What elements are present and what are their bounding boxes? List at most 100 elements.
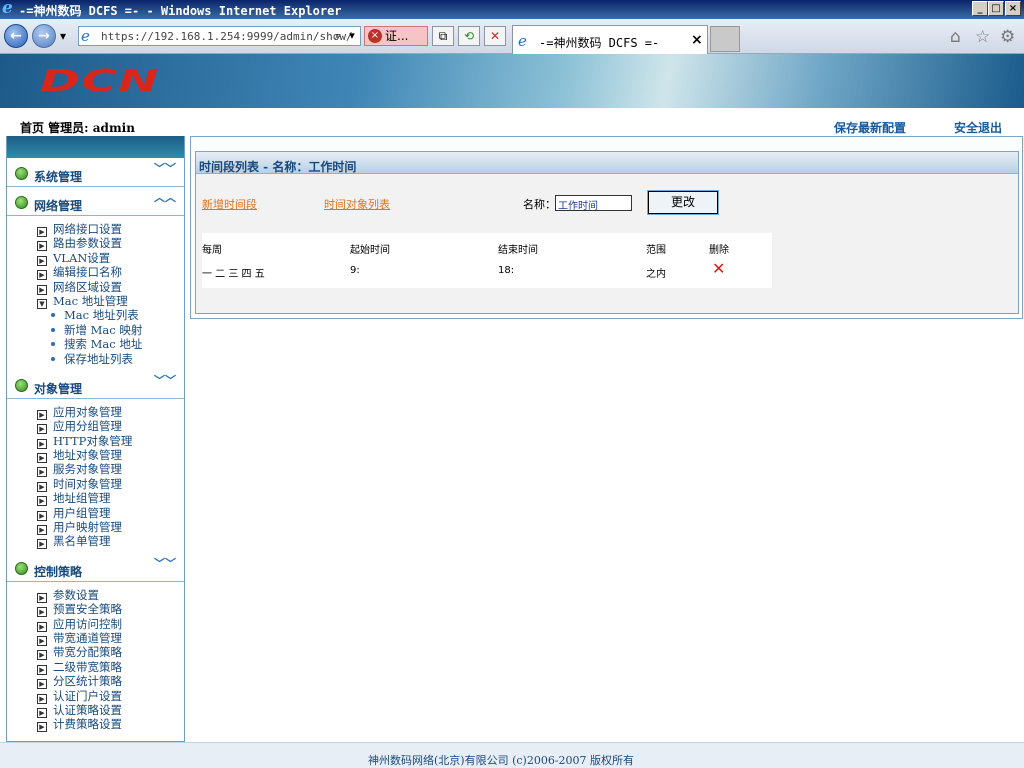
tab-close-button[interactable]: ×: [691, 32, 703, 48]
sidebar-item[interactable]: ▶ 应用对象管理: [37, 404, 184, 420]
section-bullet-icon: [15, 196, 28, 209]
sidebar-item[interactable]: ▶ 地址对象管理: [37, 448, 184, 464]
expand-box-icon: ▶: [37, 496, 47, 507]
expand-chevron-icon[interactable]: ﹀﹀: [154, 163, 176, 174]
delete-icon[interactable]: ✕: [712, 261, 725, 277]
sidebar-item-label: 参数设置: [53, 587, 99, 602]
sidebar-item[interactable]: ▶ HTTP对象管理: [37, 433, 184, 449]
home-icon[interactable]: ⌂: [950, 27, 961, 47]
sidebar-item-label: HTTP对象管理: [53, 433, 133, 448]
name-label: 名称：: [523, 198, 556, 211]
section-label: 网络管理: [34, 199, 83, 213]
sidebar-item[interactable]: ▶ 认证门户设置: [37, 688, 184, 704]
expand-chevron-icon[interactable]: ﹀﹀: [154, 558, 176, 569]
browser-tab[interactable]: e -=神州数码 DCFS =- ×: [512, 25, 708, 54]
sidebar-item-label: 认证门户设置: [53, 688, 122, 703]
page-banner: DCN: [0, 54, 1024, 108]
change-button[interactable]: 更改: [647, 190, 719, 215]
sidebar-item-network-interface[interactable]: ▶ 网络接口设置: [37, 222, 184, 237]
address-dropdown-icon[interactable]: ▾: [345, 28, 359, 44]
sidebar-item-label: 应用对象管理: [53, 404, 122, 419]
sidebar-item-label: 网络区域设置: [53, 279, 122, 294]
expand-chevron-icon[interactable]: ﹀﹀: [154, 375, 176, 386]
new-tab-button[interactable]: [710, 26, 740, 52]
refresh-button[interactable]: ⟲: [458, 26, 480, 46]
sidebar-item[interactable]: ▶ 带宽分配策略: [37, 645, 184, 661]
expand-box-icon: ▶: [37, 722, 47, 733]
section-bullet-icon: [15, 378, 28, 392]
sidebar-subitem-search-mac[interactable]: 搜索 Mac 地址: [37, 337, 184, 351]
compatibility-view-button[interactable]: ⧉: [432, 26, 454, 46]
address-bar[interactable]: e https://192.168.1.254:9999/admin/show/…: [78, 26, 361, 46]
column-header-end: 结束时间: [498, 245, 538, 256]
bullet-dot-icon: [51, 356, 55, 361]
tools-icon[interactable]: ⚙: [1000, 27, 1015, 47]
sidebar-item[interactable]: ▶ 用户组管理: [37, 505, 184, 521]
section-object-management[interactable]: 对象管理 ﹀﹀: [7, 372, 184, 399]
back-button[interactable]: ←: [4, 24, 28, 48]
sidebar-item[interactable]: ▶ 应用分组管理: [37, 419, 184, 435]
expand-box-icon: ▶: [37, 270, 47, 281]
sidebar-item[interactable]: ▶ 分区统计策略: [37, 674, 184, 690]
sidebar-item[interactable]: ▶ 时间对象管理: [37, 476, 184, 492]
timeslot-table: 每周 起始时间 结束时间 范围 删除 一 二 三 四 五 9: 18: 之内 ✕: [202, 233, 772, 288]
sidebar-item[interactable]: ▶ 黑名单管理: [37, 534, 184, 550]
name-input[interactable]: 工作时间: [555, 195, 632, 212]
sidebar-item[interactable]: ▶ 参数设置: [37, 587, 184, 603]
save-config-link[interactable]: 保存最新配置: [834, 119, 906, 136]
sidebar-item[interactable]: ▶ 服务对象管理: [37, 462, 184, 478]
sidebar-subitem-save-list[interactable]: 保存地址列表: [37, 352, 184, 366]
cell-end-time: 18:: [498, 265, 515, 276]
sidebar-item[interactable]: ▶ 用户映射管理: [37, 520, 184, 536]
section-control-policy[interactable]: 控制策略 ﹀﹀: [7, 555, 184, 582]
minimize-button[interactable]: _: [972, 1, 988, 16]
stop-button[interactable]: ✕: [484, 26, 506, 46]
page-header: 首页 管理员: admin 保存最新配置 安全退出: [0, 108, 1024, 138]
address-url[interactable]: https://192.168.1.254:9999/admin/show/: [101, 30, 353, 43]
sidebar-item-routing[interactable]: ▶ 路由参数设置: [37, 236, 184, 252]
sidebar-topbar: [7, 136, 184, 158]
sidebar-item-label: 网络接口设置: [53, 222, 122, 236]
sidebar-item-label: 时间对象管理: [53, 476, 122, 491]
forward-button[interactable]: →: [32, 24, 56, 48]
favorites-icon[interactable]: ☆: [975, 27, 990, 47]
sidebar-item-interface-name[interactable]: ▶ 编辑接口名称: [37, 265, 184, 281]
history-dropdown-icon[interactable]: ▾: [60, 29, 66, 43]
column-header-start: 起始时间: [350, 245, 390, 256]
sidebar-subitem-new-mac[interactable]: 新增 Mac 映射: [37, 323, 184, 337]
logout-link[interactable]: 安全退出: [954, 119, 1002, 136]
sidebar-item[interactable]: ▶ 计费策略设置: [37, 717, 184, 733]
sidebar-item[interactable]: ▶ 预置安全策略: [37, 602, 184, 618]
sidebar-item-vlan[interactable]: ▶ VLAN设置: [37, 251, 184, 266]
new-timeslot-link[interactable]: 新增时间段: [202, 196, 257, 212]
dcn-logo: DCN: [40, 64, 161, 99]
sidebar-subitem-mac-list[interactable]: Mac 地址列表: [37, 308, 184, 322]
expand-box-icon: ▶: [37, 607, 47, 618]
sidebar-item-label: 带宽通道管理: [53, 630, 122, 645]
sidebar-item-label: 计费策略设置: [53, 717, 122, 732]
section-network-management[interactable]: 网络管理 ︿︿: [7, 189, 184, 216]
sidebar-item[interactable]: ▶ 二级带宽策略: [37, 660, 184, 675]
sidebar-item-mac-management[interactable]: ▼ Mac 地址管理: [37, 294, 184, 309]
sidebar-item[interactable]: ▶ 认证策略设置: [37, 703, 184, 718]
home-admin-label[interactable]: 首页 管理员: admin: [20, 119, 135, 136]
sidebar-item-label: 带宽分配策略: [53, 645, 122, 660]
collapse-chevron-icon[interactable]: ︿︿: [154, 192, 176, 203]
restore-button[interactable]: □: [988, 1, 1004, 16]
panel-title-bar: 时间段列表 - 名称：工作时间: [196, 152, 1018, 174]
close-window-button[interactable]: ×: [1005, 1, 1021, 16]
expand-box-icon: ▶: [37, 424, 47, 435]
sidebar-item[interactable]: ▶ 地址组管理: [37, 491, 184, 507]
window-titlebar: e -=神州数码 DCFS =- - Windows Internet Expl…: [0, 0, 1024, 19]
sidebar-item-network-zone[interactable]: ▶ 网络区域设置: [37, 279, 184, 295]
section-system-management[interactable]: 系统管理 ﹀﹀: [7, 160, 184, 187]
sidebar-item-label: 用户组管理: [53, 505, 111, 520]
search-icon[interactable]: ⌕: [331, 28, 345, 44]
panel-title: 时间段列表 - 名称：工作时间: [199, 160, 357, 174]
certificate-error-button[interactable]: × 证...: [364, 26, 428, 46]
certificate-error-label: 证...: [385, 29, 409, 43]
sidebar-item[interactable]: ▶ 应用访问控制: [37, 617, 184, 632]
expand-box-icon: ▶: [37, 539, 47, 550]
sidebar-item[interactable]: ▶ 带宽通道管理: [37, 630, 184, 646]
time-object-list-link[interactable]: 时间对象列表: [324, 196, 390, 212]
